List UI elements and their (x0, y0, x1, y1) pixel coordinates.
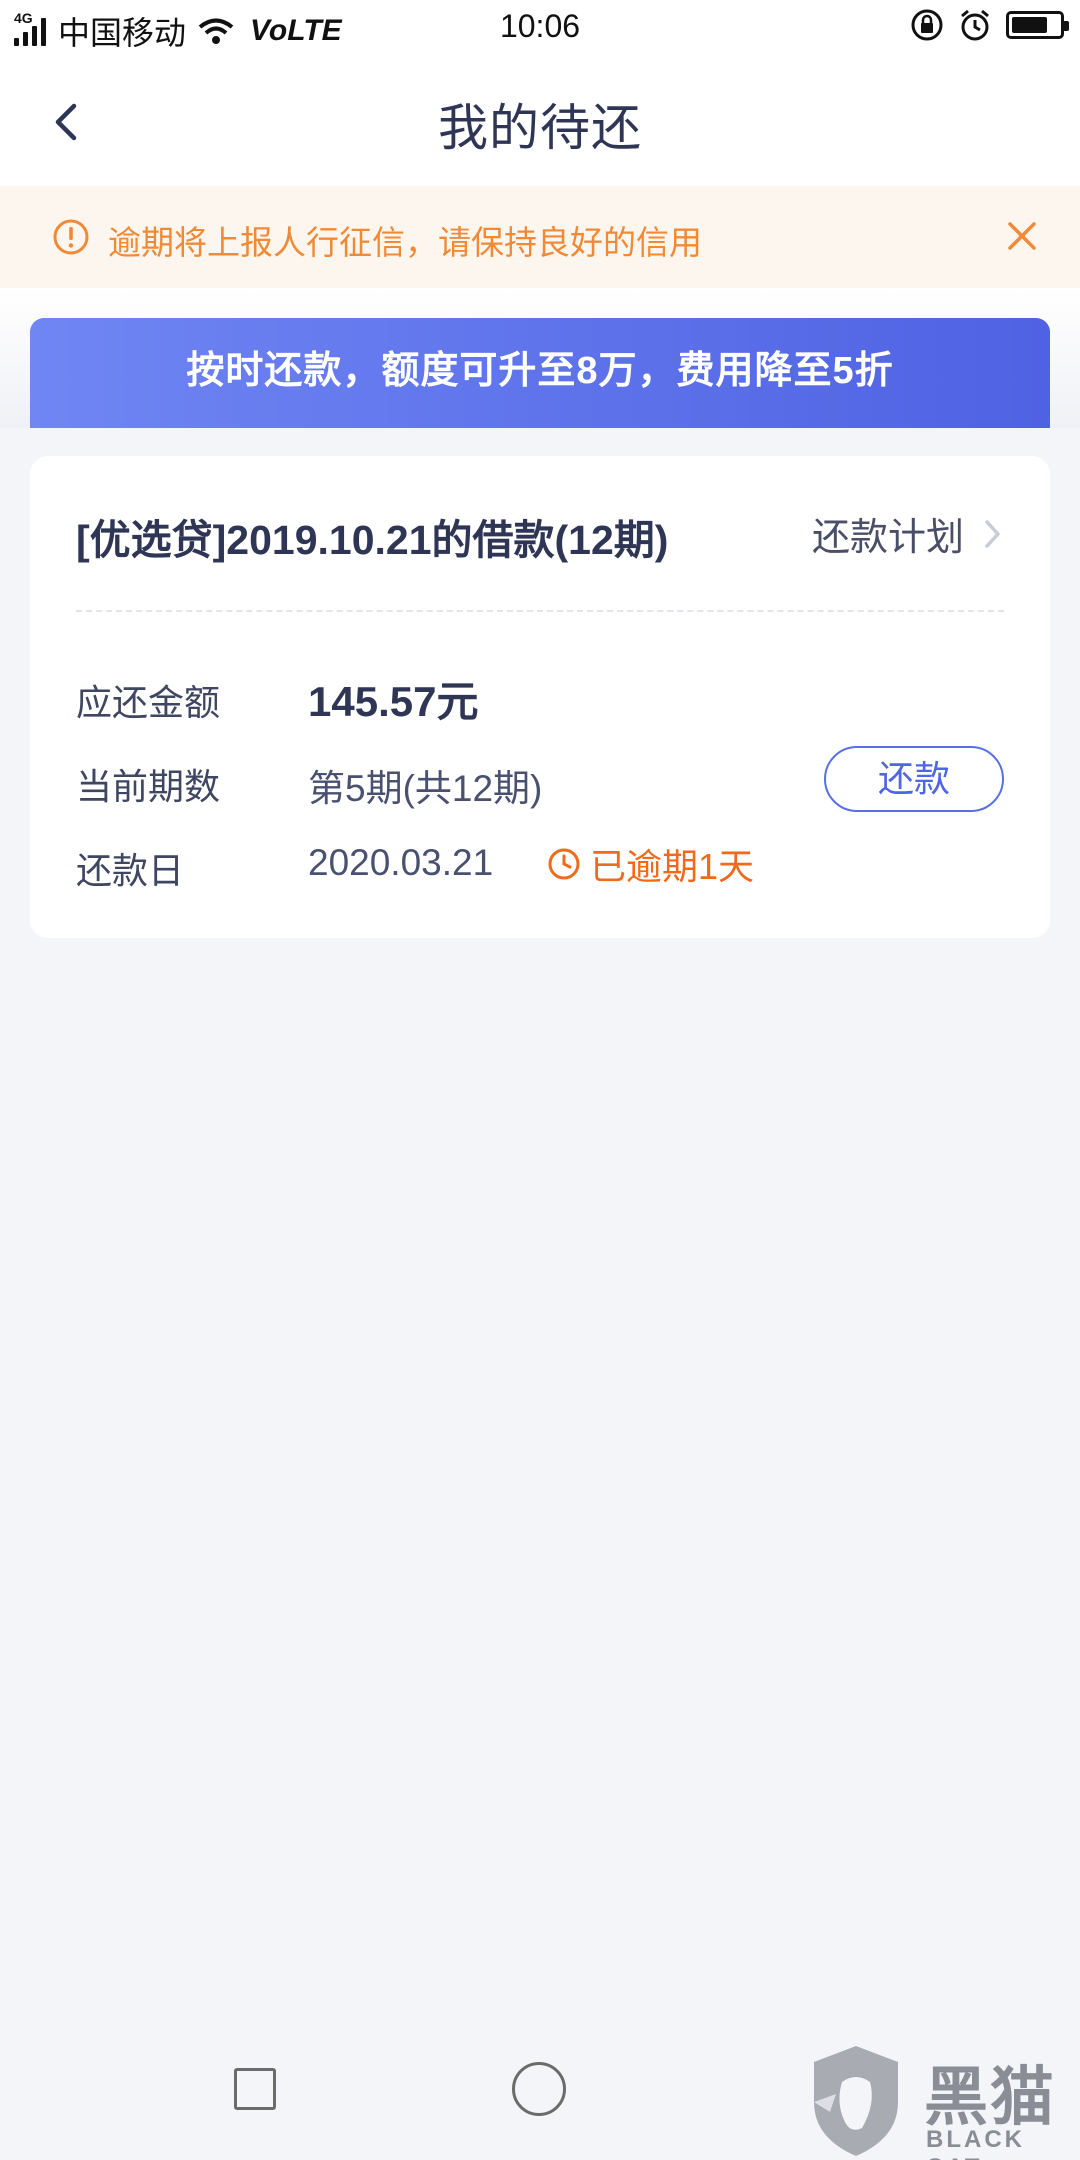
rotation-lock-icon (911, 9, 943, 41)
period-label: 当前期数 (76, 766, 221, 807)
page-title: 我的待还 (438, 100, 642, 156)
notice-bar: 逾期将上报人行征信，请保持良好的信用 (0, 186, 1080, 288)
period-value: 第5期(共12期) (308, 768, 543, 809)
watermark-en: BLACK CAT (926, 2126, 1025, 2160)
home-button[interactable] (512, 2062, 566, 2116)
dashed-divider (76, 610, 1004, 612)
notice-text: 逾期将上报人行征信，请保持良好的信用 (108, 224, 702, 261)
warning-circle-icon (53, 219, 89, 255)
loan-card: [优选贷]2019.10.21的借款(12期) 还款计划 应还金额 145.57… (30, 456, 1050, 938)
repayment-plan-label: 还款计划 (811, 517, 964, 559)
black-cat-watermark: 黑猫 BLACK CAT (806, 2042, 1080, 2160)
page: 4G 中国移动 VoLTE 10:06 我的待还 逾期将上报人行征信，请保持良好… (0, 0, 1080, 2160)
alarm-icon (961, 9, 989, 41)
due-label: 还款日 (76, 850, 185, 891)
recent-apps-button[interactable] (234, 2068, 276, 2110)
amount-value: 145.57元 (308, 678, 479, 725)
promo-area: 按时还款，额度可升至8万，费用降至5折 (0, 288, 1080, 428)
battery-fill (1012, 17, 1047, 33)
loan-title: [优选贷]2019.10.21的借款(12期) (76, 517, 669, 563)
repay-button[interactable]: 还款 (824, 746, 1004, 812)
due-date: 2020.03.21 (308, 842, 494, 883)
watermark-cn: 黑猫 (924, 2061, 1056, 2133)
cat-shield-logo-icon (814, 2046, 898, 2156)
header: 我的待还 (0, 58, 1080, 186)
close-icon[interactable] (1000, 214, 1044, 258)
due-date-row: 还款日 2020.03.21 已逾期1天 (76, 836, 1004, 896)
battery-icon (1006, 11, 1069, 39)
promo-banner[interactable]: 按时还款，额度可升至8万，费用降至5折 (30, 318, 1050, 428)
amount-row: 应还金额 145.57元 (76, 668, 1004, 728)
status-right (910, 8, 1069, 42)
repayment-plan-link[interactable]: 还款计划 (812, 506, 1004, 561)
chevron-right-icon (985, 519, 1000, 548)
amount-label: 应还金额 (76, 682, 221, 723)
overdue-badge: 已逾期1天 (546, 838, 754, 890)
status-bar: 4G 中国移动 VoLTE 10:06 (0, 0, 1080, 58)
period-row: 当前期数 第5期(共12期) 还款 (76, 746, 1004, 812)
clock-icon (548, 848, 580, 880)
overdue-text: 已逾期1天 (590, 846, 755, 887)
